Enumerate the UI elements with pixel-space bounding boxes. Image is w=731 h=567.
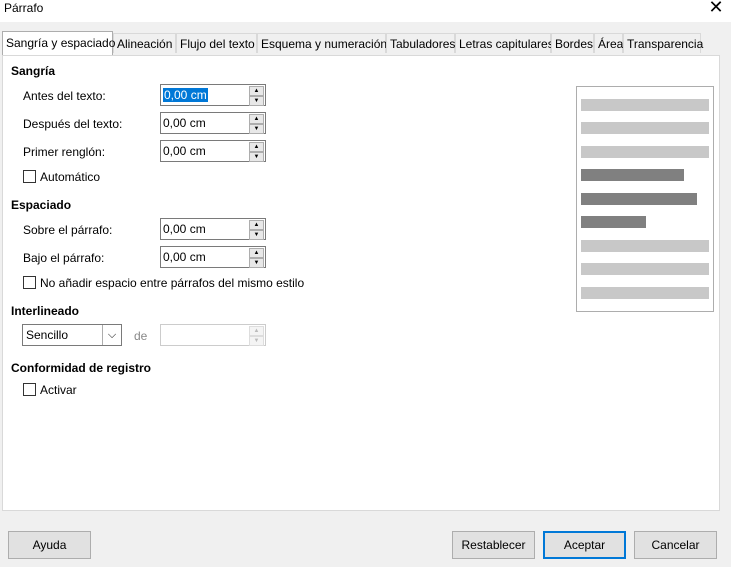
below-paragraph-label: Bajo el párrafo: xyxy=(23,251,105,265)
title-bar: Párrafo ✕ xyxy=(0,0,731,22)
preview-line-current xyxy=(581,216,646,228)
first-line-field[interactable]: 0,00 cm ▲ ▼ xyxy=(160,140,266,162)
preview-line xyxy=(581,263,709,275)
first-line-value: 0,00 cm xyxy=(163,144,206,158)
spacing-heading: Espaciado xyxy=(11,198,72,212)
automatic-label: Automático xyxy=(40,170,101,184)
automatic-checkbox[interactable] xyxy=(23,170,36,183)
activate-checkbox[interactable] xyxy=(23,383,36,396)
register-heading: Conformidad de registro xyxy=(11,361,152,375)
spin-up-icon[interactable]: ▲ xyxy=(249,220,264,230)
spin-down-icon[interactable]: ▼ xyxy=(249,230,264,240)
above-paragraph-label: Sobre el párrafo: xyxy=(23,223,113,237)
no-space-label: No añadir espacio entre párrafos del mis… xyxy=(40,276,305,290)
after-text-value: 0,00 cm xyxy=(163,116,206,130)
preview-line xyxy=(581,146,709,158)
window-title: Párrafo xyxy=(4,1,44,15)
before-text-value: 0,00 cm xyxy=(163,88,208,102)
paragraph-preview xyxy=(576,86,714,312)
tab-borders[interactable]: Bordes xyxy=(551,33,594,53)
after-text-field[interactable]: 0,00 cm ▲ ▼ xyxy=(160,112,266,134)
line-spacing-heading: Interlineado xyxy=(11,304,80,318)
no-space-checkbox[interactable] xyxy=(23,276,36,289)
spin-down-icon[interactable]: ▼ xyxy=(249,124,264,134)
line-spacing-value: Sencillo xyxy=(26,328,69,342)
above-paragraph-value: 0,00 cm xyxy=(163,222,206,236)
first-line-label: Primer renglón: xyxy=(23,145,106,159)
below-paragraph-field[interactable]: 0,00 cm ▲ ▼ xyxy=(160,246,266,268)
tab-area[interactable]: Área xyxy=(594,33,623,53)
after-text-label: Después del texto: xyxy=(23,117,123,131)
activate-label: Activar xyxy=(40,383,77,397)
line-spacing-select[interactable]: Sencillo ⌵ xyxy=(22,324,122,346)
spin-up-icon[interactable]: ▲ xyxy=(249,86,264,96)
preview-line xyxy=(581,240,709,252)
spin-up-icon[interactable]: ▲ xyxy=(249,248,264,258)
indent-heading: Sangría xyxy=(11,64,56,78)
tab-alignment[interactable]: Alineación xyxy=(113,33,176,53)
preview-line-current xyxy=(581,169,684,181)
spin-down-icon[interactable]: ▼ xyxy=(249,336,264,346)
above-paragraph-field[interactable]: 0,00 cm ▲ ▼ xyxy=(160,218,266,240)
spin-up-icon[interactable]: ▲ xyxy=(249,142,264,152)
reset-button[interactable]: Restablecer xyxy=(452,531,535,559)
spin-down-icon[interactable]: ▼ xyxy=(249,152,264,162)
preview-line xyxy=(581,99,709,111)
preview-line-current xyxy=(581,193,697,205)
cancel-button[interactable]: Cancelar xyxy=(634,531,717,559)
spin-up-icon[interactable]: ▲ xyxy=(249,114,264,124)
ok-button[interactable]: Aceptar xyxy=(543,531,626,559)
spin-down-icon[interactable]: ▼ xyxy=(249,96,264,106)
line-spacing-of-field[interactable]: ▲ ▼ xyxy=(160,324,266,346)
tab-indent-spacing[interactable]: Sangría y espaciado xyxy=(2,31,115,55)
tab-outline-numbering[interactable]: Esquema y numeración xyxy=(257,33,387,53)
tab-drop-caps[interactable]: Letras capitulares xyxy=(455,33,554,53)
close-icon[interactable]: ✕ xyxy=(706,0,726,19)
help-button[interactable]: Ayuda xyxy=(8,531,91,559)
of-label: de xyxy=(134,329,148,343)
tab-text-flow[interactable]: Flujo del texto xyxy=(176,33,257,53)
below-paragraph-value: 0,00 cm xyxy=(163,250,206,264)
spin-down-icon[interactable]: ▼ xyxy=(249,258,264,268)
tab-transparency[interactable]: Transparencia xyxy=(623,33,703,53)
before-text-label: Antes del texto: xyxy=(23,89,106,103)
chevron-down-icon[interactable]: ⌵ xyxy=(102,325,121,345)
tab-tabs[interactable]: Tabuladores xyxy=(386,33,455,53)
spin-up-icon[interactable]: ▲ xyxy=(249,326,264,336)
preview-line xyxy=(581,287,709,299)
preview-line xyxy=(581,122,709,134)
before-text-field[interactable]: 0,00 cm ▲ ▼ xyxy=(160,84,266,106)
